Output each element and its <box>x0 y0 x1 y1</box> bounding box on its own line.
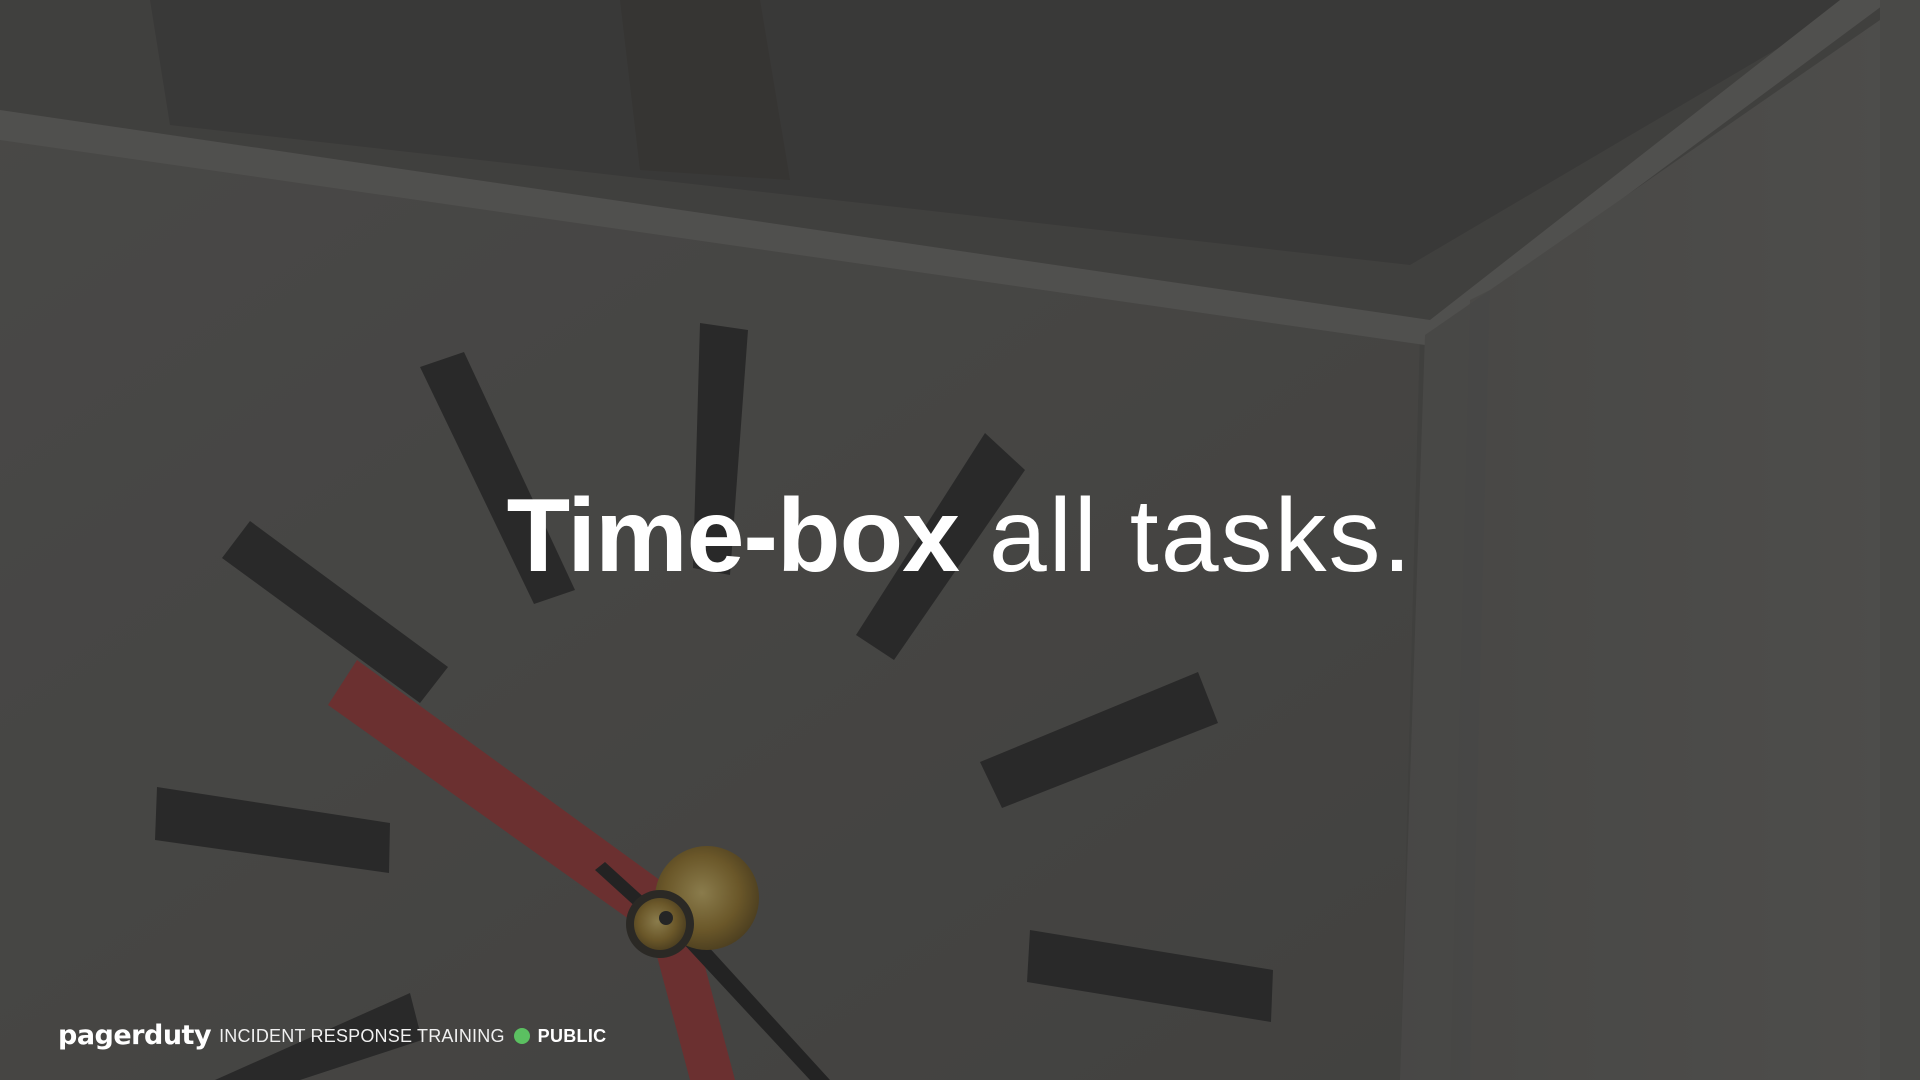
green-dot-icon <box>513 1028 530 1044</box>
slide: Time-box all tasks. pagerduty INCIDENT R… <box>0 0 1920 1080</box>
classification-label: PUBLIC <box>537 1026 607 1046</box>
slide-footer: pagerduty INCIDENT RESPONSE TRAINING PUB… <box>58 1020 606 1052</box>
pagerduty-logo: pagerduty <box>58 1020 212 1051</box>
headline-emphasis: Time-box <box>506 478 960 594</box>
course-title: INCIDENT RESPONSE TRAINING <box>219 1026 505 1046</box>
slide-headline: Time-box all tasks. <box>0 478 1920 594</box>
headline-rest: all tasks. <box>988 478 1414 594</box>
